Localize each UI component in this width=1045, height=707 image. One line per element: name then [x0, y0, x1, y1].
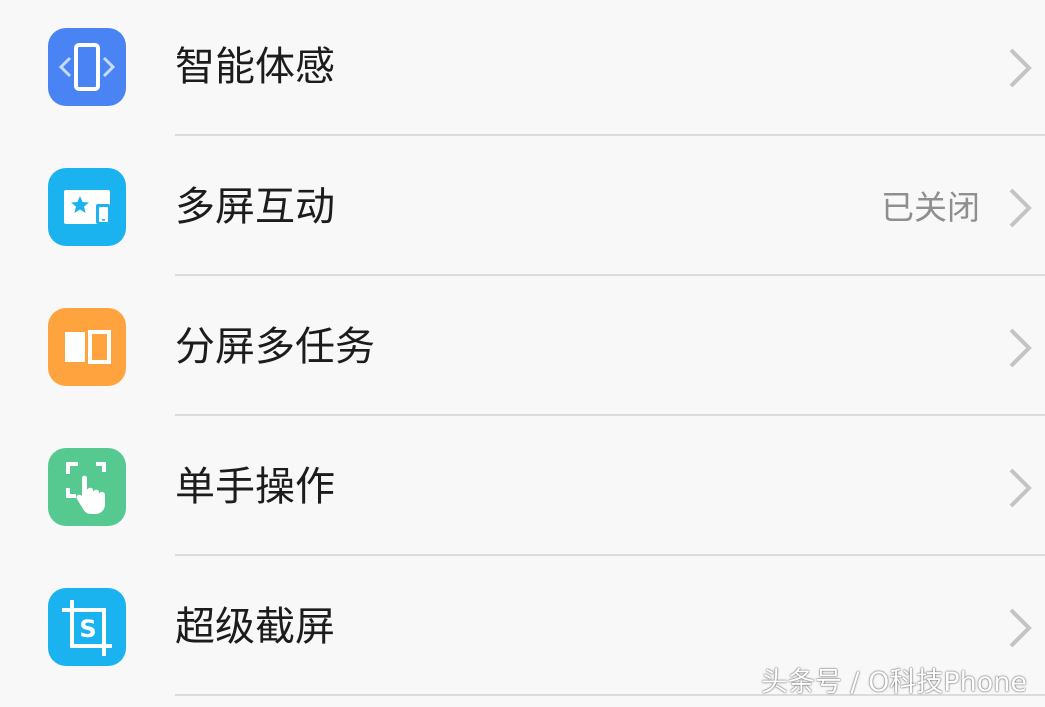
- chevron-right-icon: [1009, 468, 1032, 508]
- divider: [175, 134, 1045, 136]
- settings-item-multi-screen[interactable]: 多屏互动 已关闭: [0, 140, 1045, 280]
- divider: [175, 274, 1045, 276]
- settings-item-value: 已关闭: [881, 188, 980, 227]
- one-hand-icon: [48, 448, 126, 526]
- settings-item-label: 多屏互动: [175, 184, 335, 230]
- settings-item-label: 智能体感: [175, 44, 335, 90]
- watermark: 头条号 / O科技Phone: [760, 667, 1027, 698]
- chevron-right-icon: [1009, 188, 1032, 228]
- chevron-right-icon: [1009, 48, 1032, 88]
- chevron-right-icon: [1009, 608, 1032, 648]
- divider: [175, 554, 1045, 556]
- settings-item-smart-motion[interactable]: 智能体感: [0, 0, 1045, 140]
- chevron-right-icon: [1009, 328, 1032, 368]
- phone-motion-icon: [48, 28, 126, 106]
- svg-text:S: S: [79, 615, 96, 643]
- divider: [175, 414, 1045, 416]
- settings-item-label: 分屏多任务: [175, 324, 375, 370]
- settings-item-label: 单手操作: [175, 464, 335, 510]
- settings-item-split-screen[interactable]: 分屏多任务: [0, 280, 1045, 420]
- settings-list: 智能体感 多屏互动 已关闭 分屏多任务 单手操作 S 超级截屏 头条号 / O科…: [0, 0, 1045, 707]
- settings-item-one-hand[interactable]: 单手操作: [0, 420, 1045, 560]
- multi-screen-icon: [48, 168, 126, 246]
- settings-item-label: 超级截屏: [175, 604, 335, 650]
- split-screen-icon: [48, 308, 126, 386]
- super-screenshot-icon: S: [48, 588, 126, 666]
